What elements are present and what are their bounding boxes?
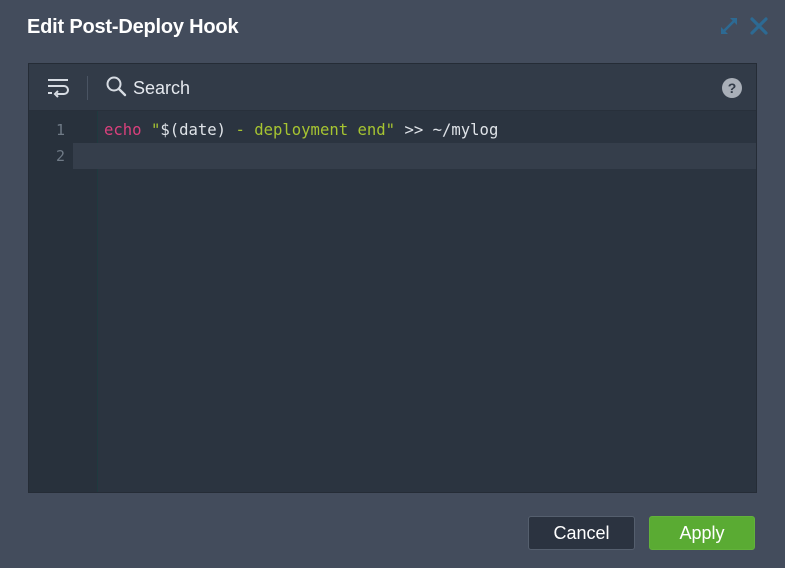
line-number: 2 bbox=[55, 147, 65, 165]
code-token-plain: >> ~/mylog bbox=[395, 121, 499, 139]
word-wrap-icon[interactable] bbox=[45, 76, 71, 98]
code-token-string: " bbox=[150, 121, 161, 139]
search-button[interactable]: Search bbox=[105, 76, 190, 100]
code-token-string: " bbox=[385, 121, 396, 139]
line-number: 1 bbox=[55, 121, 65, 139]
code-text-area[interactable]: echo "$(date) - deployment end" >> ~/myl… bbox=[73, 111, 756, 492]
dialog-title: Edit Post-Deploy Hook bbox=[27, 16, 239, 38]
code-editor: Search ? 1 2 echo "$(date) - deployment … bbox=[28, 63, 757, 493]
search-label: Search bbox=[133, 77, 191, 98]
magnifier-icon bbox=[105, 75, 127, 102]
cancel-button[interactable]: Cancel bbox=[528, 516, 635, 550]
code-token-plain: $(date) bbox=[160, 121, 227, 139]
code-token-string: - deployment end bbox=[226, 121, 386, 139]
editor-toolbar: Search ? bbox=[29, 64, 756, 111]
help-icon[interactable]: ? bbox=[722, 78, 742, 98]
expand-icon[interactable] bbox=[718, 14, 740, 38]
code-line-1: echo "$(date) - deployment end" >> ~/myl… bbox=[104, 117, 498, 143]
active-line-highlight bbox=[73, 143, 756, 169]
apply-button[interactable]: Apply bbox=[649, 516, 755, 550]
close-icon[interactable] bbox=[748, 14, 770, 38]
code-token-keyword: echo bbox=[104, 121, 142, 139]
edit-hook-dialog: Edit Post-Deploy Hook Search ? 1 2 echo … bbox=[0, 0, 785, 568]
toolbar-separator bbox=[87, 76, 88, 100]
